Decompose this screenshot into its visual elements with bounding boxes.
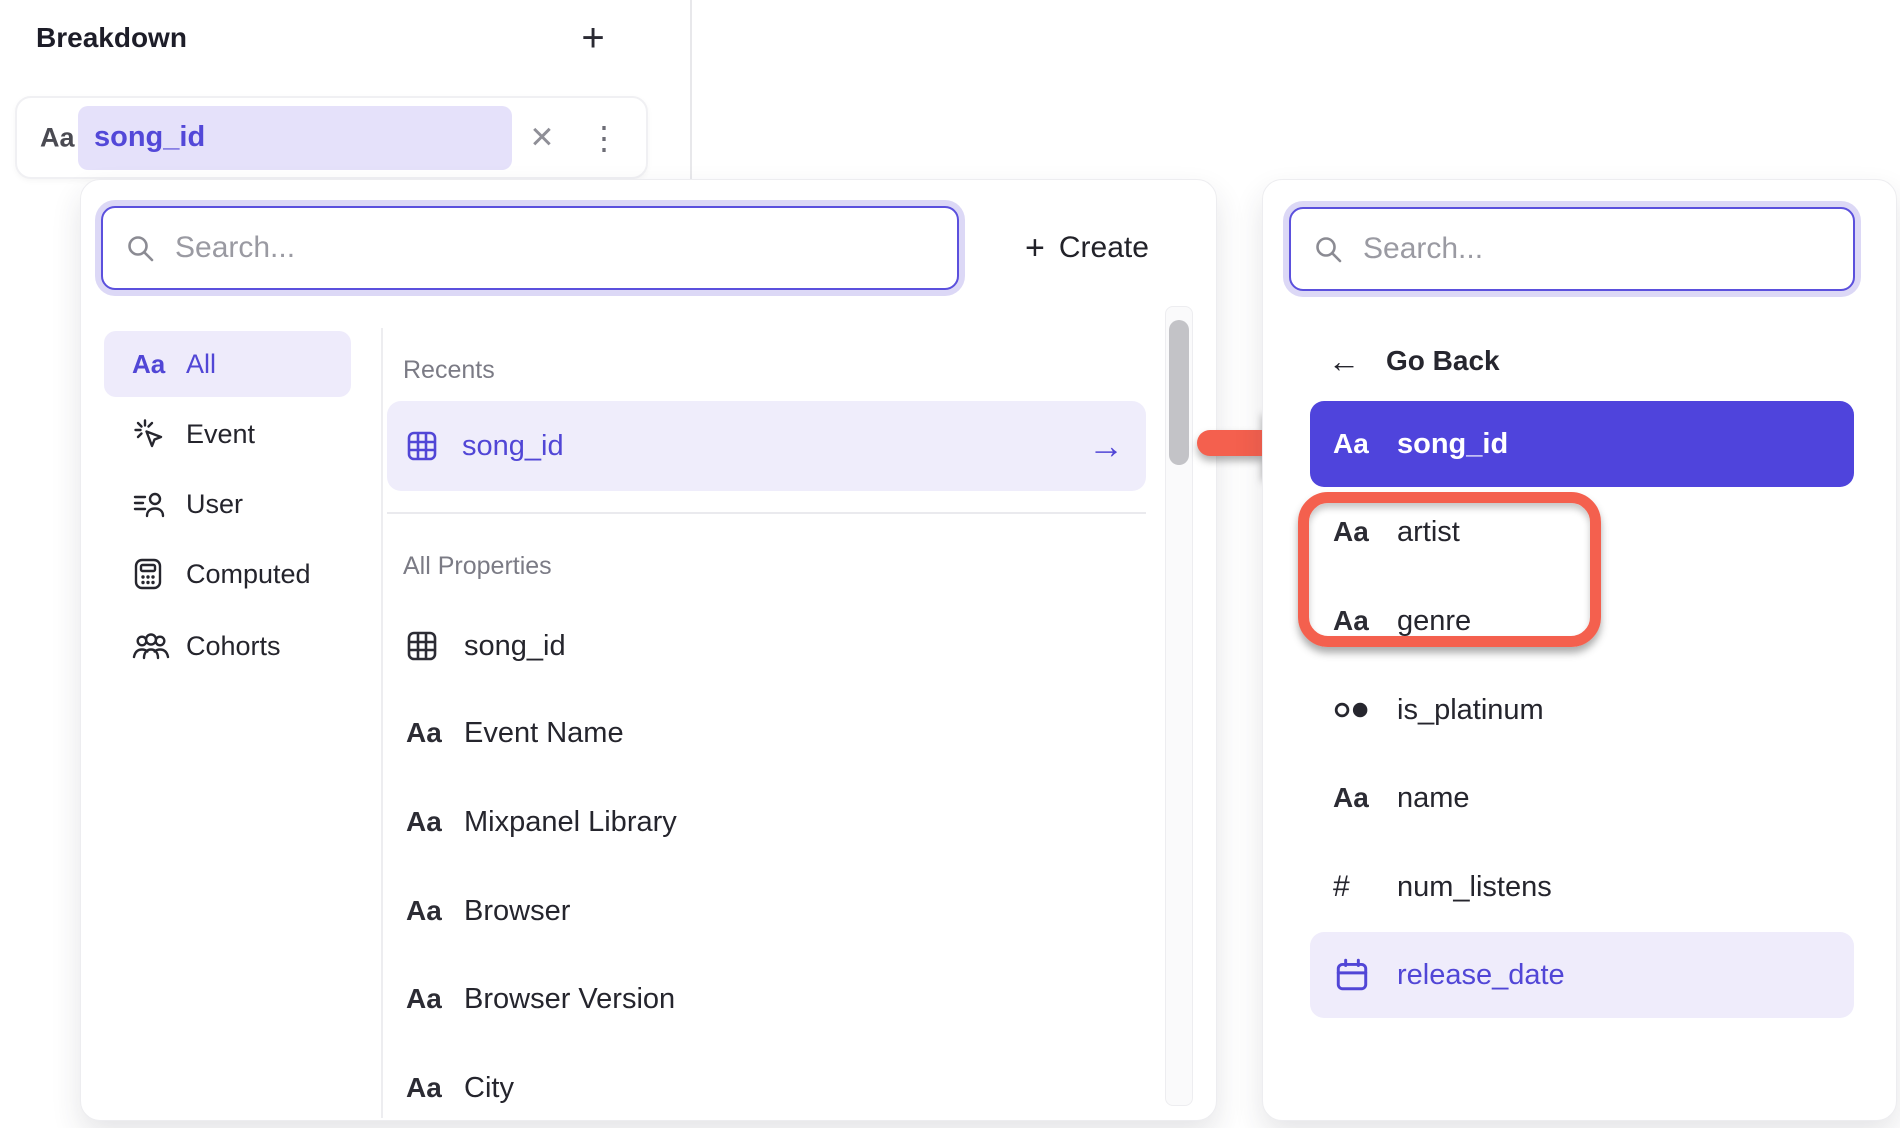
search-icon xyxy=(1313,234,1343,264)
boolean-type-icon xyxy=(1333,696,1371,724)
property-label: num_listens xyxy=(1397,871,1552,904)
people-icon xyxy=(132,631,170,661)
scrollbar-thumb[interactable] xyxy=(1169,320,1189,465)
property-label: name xyxy=(1397,782,1470,815)
nested-property-row-name[interactable]: Aa name xyxy=(1310,755,1854,841)
search-box[interactable] xyxy=(101,206,959,290)
property-label: release_date xyxy=(1397,959,1565,992)
text-type-icon: Aa xyxy=(406,983,446,1015)
text-type-icon: Aa xyxy=(406,717,446,749)
category-tab-user[interactable]: User xyxy=(104,476,351,532)
property-row-event-name[interactable]: Aa Event Name xyxy=(387,703,1146,763)
search-input[interactable] xyxy=(1361,231,1831,267)
property-label: song_id xyxy=(1397,428,1508,461)
property-label: Browser Version xyxy=(464,983,675,1016)
screen: Breakdown + Aa song_id ✕ ⋮ + Create Aa A… xyxy=(0,0,1900,1128)
all-properties-header: All Properties xyxy=(403,552,552,581)
category-label: Cohorts xyxy=(186,631,281,662)
nested-property-row-genre[interactable]: Aa genre xyxy=(1310,578,1854,664)
recents-header: Recents xyxy=(403,356,495,385)
category-label: User xyxy=(186,489,243,520)
cursor-click-icon xyxy=(132,417,170,451)
user-icon xyxy=(132,488,170,520)
search-icon xyxy=(125,233,155,263)
search-box[interactable] xyxy=(1289,207,1855,291)
property-label: Event Name xyxy=(464,717,624,750)
property-picker-panel: + Create Aa All Event xyxy=(80,179,1217,1121)
property-label: song_id xyxy=(464,630,566,663)
recent-property-row-song-id[interactable]: song_id → xyxy=(387,401,1146,491)
category-tab-all[interactable]: Aa All xyxy=(104,331,351,397)
text-type-icon: Aa xyxy=(40,122,75,153)
category-tab-computed[interactable]: Computed xyxy=(104,546,351,602)
breakdown-chip-song-id[interactable]: Aa song_id ✕ ⋮ xyxy=(15,96,648,179)
remove-breakdown-icon[interactable]: ✕ xyxy=(522,120,562,155)
nested-property-panel: ← Go Back Aa song_id Aa artist Aa genre … xyxy=(1262,179,1897,1121)
calculator-icon xyxy=(132,557,170,591)
property-label: genre xyxy=(1397,605,1471,638)
text-type-icon: Aa xyxy=(406,895,446,927)
breakdown-chip-value[interactable]: song_id xyxy=(78,106,512,170)
underlying-panel-divider xyxy=(690,0,692,179)
property-label: Mixpanel Library xyxy=(464,806,677,839)
category-label: Computed xyxy=(186,559,311,590)
text-type-icon: Aa xyxy=(406,806,446,838)
property-row-browser-version[interactable]: Aa Browser Version xyxy=(387,969,1146,1029)
section-divider xyxy=(387,512,1146,514)
property-label: artist xyxy=(1397,516,1460,549)
number-type-icon: # xyxy=(1333,870,1371,904)
text-type-icon: Aa xyxy=(1333,428,1371,460)
nested-property-row-song-id[interactable]: Aa song_id xyxy=(1310,401,1854,487)
property-row-mixpanel-library[interactable]: Aa Mixpanel Library xyxy=(387,792,1146,852)
grid-type-icon xyxy=(406,630,446,662)
property-row-song-id[interactable]: song_id xyxy=(387,616,1146,676)
text-type-icon: Aa xyxy=(406,1072,446,1104)
grid-type-icon xyxy=(406,430,438,462)
nested-property-row-release-date[interactable]: release_date xyxy=(1310,932,1854,1018)
nested-property-row-is-platinum[interactable]: is_platinum xyxy=(1310,667,1854,753)
drill-in-arrow-icon[interactable]: → xyxy=(1088,425,1124,467)
back-arrow-icon: ← xyxy=(1328,343,1360,380)
category-tab-cohorts[interactable]: Cohorts xyxy=(104,618,351,674)
category-label: All xyxy=(186,349,216,380)
text-type-icon: Aa xyxy=(1333,516,1371,548)
nested-property-row-artist[interactable]: Aa artist xyxy=(1310,489,1854,575)
add-breakdown-button[interactable]: + xyxy=(569,14,617,62)
category-tab-event[interactable]: Event xyxy=(104,406,351,462)
text-type-icon: Aa xyxy=(1333,782,1371,814)
property-label: song_id xyxy=(462,430,564,463)
column-divider xyxy=(381,328,383,1118)
calendar-type-icon xyxy=(1333,956,1371,994)
property-label: City xyxy=(464,1072,514,1105)
breakdown-section-title: Breakdown xyxy=(36,22,187,54)
property-label: is_platinum xyxy=(1397,694,1544,727)
property-label: Browser xyxy=(464,895,570,928)
breakdown-chip-label: song_id xyxy=(94,121,205,154)
plus-icon: + xyxy=(1025,229,1045,268)
text-type-icon: Aa xyxy=(1333,605,1371,637)
go-back-label: Go Back xyxy=(1386,345,1500,377)
property-row-browser[interactable]: Aa Browser xyxy=(387,881,1146,941)
create-button-label: Create xyxy=(1059,231,1149,265)
category-label: Event xyxy=(186,419,255,450)
property-row-city[interactable]: Aa City xyxy=(387,1058,1146,1118)
search-input[interactable] xyxy=(173,230,935,266)
nested-property-row-num-listens[interactable]: # num_listens xyxy=(1310,844,1854,930)
go-back-button[interactable]: ← Go Back xyxy=(1310,330,1854,392)
create-property-button[interactable]: + Create xyxy=(1025,220,1149,276)
breakdown-options-icon[interactable]: ⋮ xyxy=(584,119,624,157)
text-type-icon: Aa xyxy=(132,349,170,380)
